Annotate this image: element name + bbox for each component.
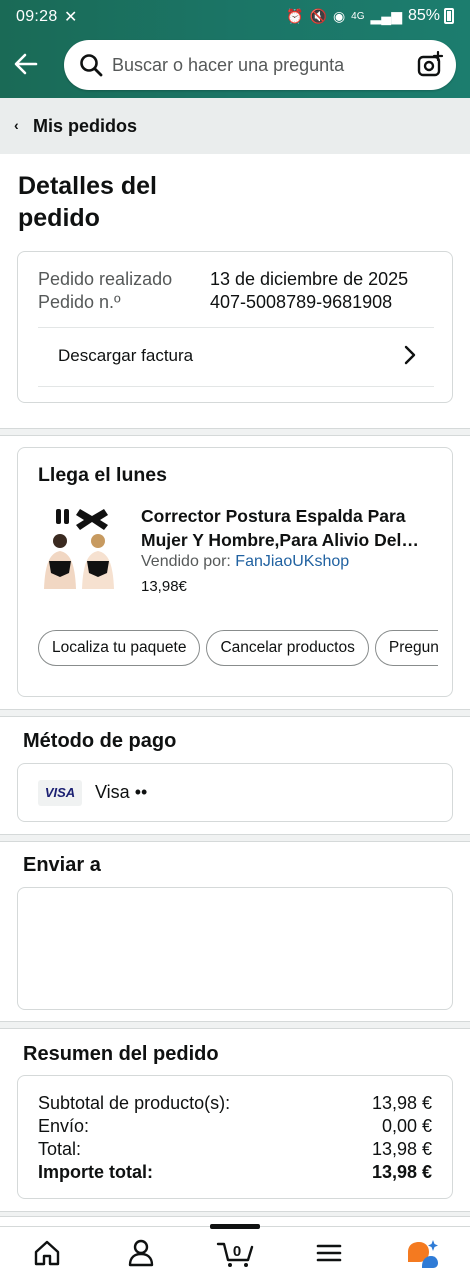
shipping-address-card (17, 887, 453, 1010)
product-title-text: Corrector Postura Espalda Para Mujer Y H… (141, 506, 406, 550)
account-icon[interactable] (125, 1238, 157, 1268)
battery-icon (444, 8, 454, 24)
ask-seller-button[interactable]: Pregunta al vendedor (374, 630, 438, 666)
cart-icon[interactable]: 0 (216, 1238, 256, 1268)
signal-icon: ▂▄▆ (370, 7, 402, 24)
shipping-label: Envío: (38, 1116, 90, 1136)
seller-line: Vendido por: FanJiaoUKshop (141, 553, 349, 571)
visa-logo-icon: VISA (38, 780, 82, 806)
section-divider (0, 428, 470, 436)
grand-total-value: 13,98 € (371, 1162, 432, 1182)
delivery-heading: Llega el lunes (38, 464, 167, 486)
section-divider (0, 709, 470, 717)
payment-card-text: Visa •• (95, 782, 148, 802)
cart-count: 0 (233, 1243, 241, 1260)
product-price: 13,98€ (141, 578, 187, 595)
total-value: 13,98 € (371, 1139, 432, 1159)
subtotal-value: 13,98 € (371, 1093, 432, 1113)
rufus-icon[interactable] (405, 1238, 439, 1268)
network-label: 4G (351, 10, 365, 22)
product-image[interactable] (36, 503, 124, 589)
payment-heading: Método de pago (23, 730, 177, 752)
camera-search-icon[interactable] (416, 51, 444, 79)
breadcrumb-label: Mis pedidos (33, 116, 138, 136)
download-invoice-link[interactable]: Descargar factura (38, 328, 434, 386)
mute-icon: 🔇 (309, 7, 327, 24)
menu-icon[interactable] (313, 1238, 345, 1268)
subtotal-label: Subtotal de producto(s): (38, 1093, 231, 1113)
total-label: Total: (38, 1139, 82, 1159)
download-invoice-label: Descargar factura (58, 346, 194, 365)
page-title: Detalles del pedido (18, 172, 157, 232)
back-arrow-icon[interactable] (10, 48, 42, 80)
battery-indicator: 85% (408, 7, 454, 25)
active-tab-indicator (210, 1224, 260, 1229)
ship-to-heading: Enviar a (23, 854, 101, 876)
order-placed-value: 13 de diciembre de 2025 (210, 269, 409, 289)
alarm-icon: ⏰ (286, 7, 304, 24)
chevron-left-icon: ‹ (14, 117, 19, 133)
order-placed-label: Pedido realizado (38, 269, 173, 289)
status-bar: 09:28 ✕ ⏰ 🔇 ◉ 4G ▂▄▆ 85% (0, 0, 470, 34)
search-input[interactable]: Buscar o hacer una pregunta (64, 40, 456, 90)
battery-percent: 85% (407, 7, 440, 24)
hotspot-icon: ◉ (332, 7, 346, 24)
chevron-right-icon (404, 345, 416, 365)
section-divider (0, 1211, 470, 1217)
breadcrumb[interactable]: ‹ Mis pedidos (0, 98, 470, 154)
grand-total-label: Importe total: (38, 1162, 153, 1182)
home-icon[interactable] (31, 1238, 63, 1268)
divider (38, 386, 434, 387)
payment-card (17, 763, 453, 822)
search-placeholder: Buscar o hacer una pregunta (112, 55, 345, 75)
track-package-button[interactable]: Localiza tu paquete (38, 630, 201, 666)
status-time: 09:28 (16, 8, 58, 25)
cancel-items-button[interactable]: Cancelar productos (206, 630, 369, 666)
order-number-value: 407-5008789-9681908 (210, 292, 393, 312)
status-icons: ⏰ 🔇 ◉ 4G ▂▄▆ 85% (286, 7, 454, 25)
product-title[interactable]: Corrector Postura Espalda Para Mujer Y H… (141, 504, 441, 552)
section-divider (0, 1021, 470, 1029)
order-number-label: Pedido n.º (38, 292, 121, 312)
search-icon (80, 54, 103, 77)
seller-link[interactable]: FanJiaoUKshop (235, 553, 349, 570)
summary-heading: Resumen del pedido (23, 1043, 219, 1065)
seller-prefix: Vendido por: (141, 553, 236, 570)
missed-call-icon: ✕ (64, 9, 78, 26)
shipping-value: 0,00 € (381, 1116, 432, 1136)
section-divider (0, 834, 470, 842)
shipment-actions: Localiza tu paquete Cancelar productos Pre… (38, 630, 438, 668)
